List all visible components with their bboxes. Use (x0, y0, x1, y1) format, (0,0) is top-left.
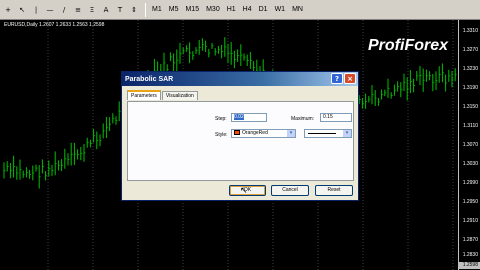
price-tick: 1.3310 (462, 28, 478, 34)
help-icon[interactable]: ? (331, 73, 343, 84)
line-style-sample (308, 133, 336, 134)
horizontal-line-icon[interactable]: — (44, 3, 56, 17)
timeframe-h4[interactable]: H4 (240, 5, 255, 14)
reset-button[interactable]: Reset (315, 185, 353, 196)
text-icon[interactable]: A (100, 3, 112, 17)
tab-bar: Parameters Visualization (127, 90, 199, 101)
vertical-line-icon[interactable]: | (30, 3, 42, 17)
price-tick: 1.2950 (462, 199, 478, 205)
price-tick: 1.2990 (462, 180, 478, 186)
parabolic-sar-dialog: Parabolic SAR ? × Parameters Visualizati… (121, 71, 359, 201)
separator (145, 2, 146, 17)
maximum-label: Maximum: (291, 116, 315, 122)
timeframe-w1[interactable]: W1 (272, 5, 289, 14)
color-dropdown[interactable]: OrangeRed ▾ (231, 129, 296, 138)
price-tick: 1.3150 (462, 104, 478, 110)
dialog-title: Parabolic SAR (125, 75, 174, 83)
chevron-down-icon: ▾ (287, 130, 295, 137)
parameters-panel: Step: 0.02 Maximum: 0.15 Style: OrangeRe… (127, 101, 354, 181)
timeframe-m1[interactable]: M1 (149, 5, 165, 14)
channel-icon[interactable]: ≡ (72, 3, 84, 17)
timeframe-m15[interactable]: M15 (182, 5, 202, 14)
color-name: OrangeRed (242, 130, 268, 136)
price-tick: 1.3070 (462, 142, 478, 148)
color-swatch (234, 130, 240, 136)
price-tick: 1.2910 (462, 218, 478, 224)
price-tick: 1.3110 (463, 123, 478, 129)
timeframe-h1[interactable]: H1 (224, 5, 239, 14)
close-icon[interactable]: × (344, 73, 356, 84)
timeframe-m5[interactable]: M5 (166, 5, 182, 14)
price-tick: 1.3270 (462, 47, 478, 53)
cancel-button[interactable]: Cancel (271, 185, 309, 196)
timeframe-mn[interactable]: MN (289, 5, 306, 14)
chart-header: EURUSD,Daily 1.2607 1.2633 1.2563 1.2598 (4, 22, 105, 28)
arrows-icon[interactable]: ⇕ (128, 3, 140, 17)
chevron-down-icon: ▾ (343, 130, 351, 137)
mouse-cursor-icon: ↖ (240, 186, 248, 196)
price-tick: 1.2870 (462, 237, 478, 243)
price-tick: 1.3190 (462, 85, 478, 91)
price-tick: 1.2830 (462, 252, 478, 258)
fibonacci-icon[interactable]: Ξ (86, 3, 98, 17)
last-price-label: 1.2598 (458, 262, 480, 269)
tab-visualization[interactable]: Visualization (161, 91, 198, 100)
step-value: 0.02 (234, 114, 244, 120)
label-icon[interactable]: T (114, 3, 126, 17)
maximum-field[interactable]: 0.15 (320, 113, 352, 122)
timeframe-d1[interactable]: D1 (256, 5, 271, 14)
price-tick: 1.3030 (462, 161, 478, 167)
style-label: Style: (215, 132, 228, 138)
dialog-titlebar[interactable]: Parabolic SAR ? × (122, 72, 358, 86)
step-label: Step: (215, 116, 227, 122)
trendline-icon[interactable]: / (58, 3, 70, 17)
timeframe-m30[interactable]: M30 (203, 5, 223, 14)
step-field[interactable]: 0.02 (231, 113, 267, 122)
crosshair-icon[interactable]: + (2, 3, 14, 17)
cursor-icon[interactable]: ↖ (16, 3, 28, 17)
price-tick: 1.3230 (462, 66, 478, 72)
toolbar: + ↖ | — / ≡ Ξ A T ⇕ M1 M5 M15 M30 H1 H4 … (0, 0, 480, 20)
watermark-logo: ProfiForex (368, 37, 449, 54)
price-scale[interactable]: 1.3310 1.3270 1.3230 1.3190 1.3150 1.311… (458, 20, 480, 270)
tab-parameters[interactable]: Parameters (127, 90, 161, 100)
line-style-dropdown[interactable]: ▾ (304, 129, 352, 138)
